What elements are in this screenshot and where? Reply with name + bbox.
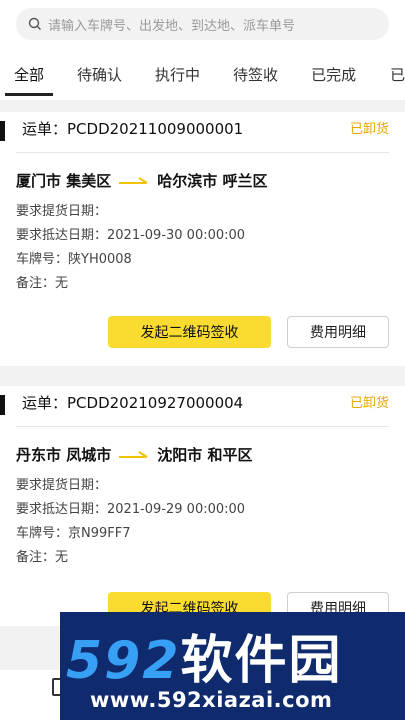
tab-all[interactable]: 全部	[0, 56, 54, 96]
watermark-url: www.592xiazai.com	[90, 688, 333, 712]
pickup-date: 要求提货日期：	[16, 478, 108, 493]
status-badge: 已卸货	[349, 122, 389, 137]
tab-pending-confirm[interactable]: 待确认	[63, 56, 122, 92]
order-card[interactable]: 运单：PCDD20211009000001 已卸货 厦门市 集美区 哈尔滨市 呼…	[0, 112, 405, 366]
remark: 备注：无	[16, 276, 69, 291]
tab-in-progress[interactable]: 执行中	[141, 56, 200, 92]
plate-number: 车牌号：陕YH0008	[16, 252, 132, 267]
route: 厦门市 集美区 哈尔滨市 呼兰区	[16, 170, 267, 191]
divider	[16, 152, 389, 153]
watermark-title: 592软件园	[66, 631, 343, 691]
status-tabs: 全部 待确认 执行中 待签收 已完成 已	[0, 56, 405, 96]
fee-detail-button[interactable]: 费用明细	[287, 316, 389, 348]
search-icon	[28, 17, 41, 30]
search-placeholder: 请输入车牌号、出发地、到达地、派车单号	[48, 18, 296, 34]
status-badge: 已卸货	[349, 396, 389, 411]
route: 丹东市 凤城市 沈阳市 和平区	[16, 444, 252, 465]
route-to: 沈阳市 和平区	[157, 446, 253, 464]
qr-sign-button[interactable]: 发起二维码签收	[108, 316, 271, 348]
waybill-number: 运单：PCDD20211009000001	[22, 120, 244, 138]
watermark-logo: 592软件园 www.592xiazai.com	[60, 612, 405, 720]
bottom-nav	[0, 670, 64, 720]
route-from: 丹东市 凤城市	[16, 446, 112, 464]
route-to: 哈尔滨市 呼兰区	[157, 172, 268, 190]
divider	[16, 426, 389, 427]
remark: 备注：无	[16, 550, 69, 565]
tab-completed[interactable]: 已完成	[297, 56, 356, 92]
card-header: 运单：PCDD20211009000001 已卸货	[0, 112, 405, 148]
arrive-date: 要求抵达日期：2021-09-30 00:00:00	[16, 228, 246, 243]
card-header: 运单：PCDD20210927000004 已卸货	[0, 386, 405, 422]
search-input[interactable]: 请输入车牌号、出发地、到达地、派车单号	[16, 8, 389, 40]
accent-bar	[0, 395, 5, 415]
waybill-number: 运单：PCDD20210927000004	[22, 394, 244, 412]
top-bar: 请输入车牌号、出发地、到达地、派车单号 全部 待确认 执行中 待签收 已完成 已	[0, 0, 405, 100]
tab-cut-off[interactable]: 已	[376, 56, 405, 92]
pickup-date: 要求提货日期：	[16, 204, 108, 219]
arrow-right-icon	[119, 176, 148, 184]
route-from: 厦门市 集美区	[16, 172, 112, 190]
arrive-date: 要求抵达日期：2021-09-29 00:00:00	[16, 502, 246, 517]
plate-number: 车牌号：京N99FF7	[16, 526, 131, 541]
arrow-right-icon	[119, 450, 148, 458]
tab-pending-sign[interactable]: 待签收	[219, 56, 278, 92]
accent-bar	[0, 121, 5, 141]
order-card[interactable]: 运单：PCDD20210927000004 已卸货 丹东市 凤城市 沈阳市 和平…	[0, 386, 405, 626]
